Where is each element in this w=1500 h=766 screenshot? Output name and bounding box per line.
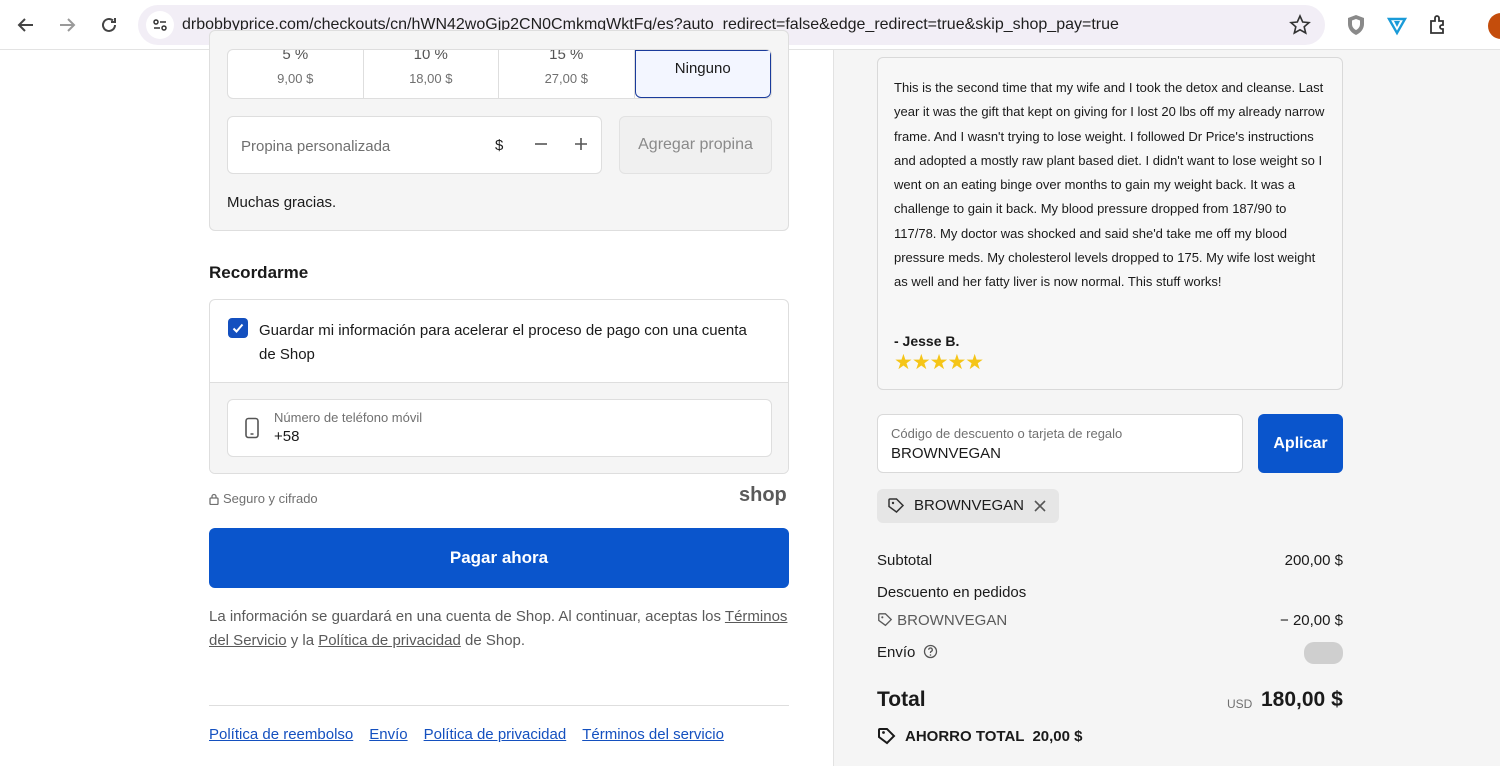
tip-option-none[interactable]: Ninguno	[634, 50, 771, 98]
currency-symbol: $	[495, 137, 504, 154]
vpn-extension-icon[interactable]	[1385, 13, 1409, 37]
shipping-loading-placeholder	[1304, 642, 1343, 664]
extensions-puzzle-icon[interactable]	[1427, 13, 1451, 37]
lock-icon	[209, 493, 219, 505]
phone-section: Número de teléfono móvil +58	[210, 382, 788, 473]
minus-icon[interactable]	[528, 131, 554, 157]
tip-percent: 5 %	[282, 49, 309, 63]
phone-input[interactable]: Número de teléfono móvil +58	[227, 399, 772, 457]
review-stars: ★★★★★	[894, 351, 984, 374]
tag-icon	[888, 498, 905, 513]
disclaimer-text: y la	[286, 632, 319, 649]
discount-code-input[interactable]: Código de descuento o tarjeta de regalo …	[877, 414, 1243, 473]
shop-logo: shop	[739, 484, 787, 506]
phone-value: +58	[274, 428, 300, 445]
order-discount-row: Descuento en pedidos	[877, 584, 1343, 601]
chip-code: BROWNVEGAN	[914, 497, 1025, 514]
custom-tip-placeholder: Propina personalizada	[241, 138, 391, 155]
footer-divider	[209, 705, 789, 706]
close-icon[interactable]	[1032, 498, 1048, 514]
disclaimer-text: de Shop.	[460, 632, 526, 649]
review-text: This is the second time that my wife and…	[894, 80, 1325, 290]
back-button[interactable]	[11, 10, 41, 40]
applied-discount-chip: BROWNVEGAN	[877, 489, 1059, 523]
save-info-label[interactable]: Guardar mi información para acelerar el …	[259, 319, 759, 367]
review-author: - Jesse B.	[894, 333, 960, 349]
footer-links: Política de reembolso Envío Política de …	[209, 726, 724, 743]
shop-privacy-link[interactable]: Política de privacidad	[318, 632, 461, 649]
discount-label: Código de descuento o tarjeta de regalo	[891, 426, 1123, 441]
shield-extension-icon[interactable]	[1344, 13, 1368, 37]
tip-option-10[interactable]: 10 % 18,00 $	[364, 49, 499, 98]
site-info-icon[interactable]	[146, 11, 174, 39]
tag-icon	[878, 728, 896, 745]
save-info-checkbox[interactable]	[228, 318, 248, 338]
apply-discount-button[interactable]: Aplicar	[1258, 414, 1343, 473]
custom-tip-input[interactable]: Propina personalizada $	[227, 116, 602, 174]
tip-amount: 9,00 $	[277, 71, 314, 86]
tip-option-15[interactable]: 15 % 27,00 $	[499, 50, 635, 98]
tip-section: 5 % 9,00 $ 10 % 18,00 $ 15 % 27,00 $ Nin…	[209, 30, 789, 231]
discount-code-row: BROWNVEGAN − 20,00 $	[877, 612, 1343, 629]
remember-section: Guardar mi información para acelerar el …	[209, 299, 789, 474]
tag-icon	[878, 613, 893, 627]
phone-label: Número de teléfono móvil	[274, 410, 423, 425]
discount-amount: − 20,00 $	[1280, 612, 1343, 629]
savings-value: 20,00 $	[1032, 727, 1083, 745]
terms-of-service-link[interactable]: Términos del servicio	[582, 726, 724, 743]
shipping-link[interactable]: Envío	[369, 726, 407, 743]
shipping-label: Envío	[877, 644, 916, 661]
bookmark-star-icon[interactable]	[1289, 14, 1311, 36]
total-savings: AHORRO TOTAL 20,00 $	[877, 726, 1082, 746]
discount-code-label: BROWNVEGAN	[897, 612, 1008, 629]
disclaimer-text: La información se guardará en una cuenta…	[209, 608, 725, 625]
tip-amount: 27,00 $	[544, 71, 588, 86]
reload-icon	[102, 17, 116, 32]
total-value: 180,00 $	[1261, 688, 1343, 711]
total-label: Total	[877, 688, 926, 711]
tip-percent: 15 %	[549, 49, 584, 63]
tip-option-5[interactable]: 5 % 9,00 $	[228, 50, 364, 98]
shipping-row: Envío	[877, 642, 1343, 664]
checkmark-icon	[232, 323, 244, 333]
forward-button[interactable]	[52, 10, 82, 40]
secure-notice: Seguro y cifrado	[209, 491, 318, 506]
add-tip-button[interactable]: Agregar propina	[619, 116, 772, 174]
discount-value: BROWNVEGAN	[891, 445, 1002, 462]
tip-none-label: Ninguno	[674, 60, 731, 77]
privacy-policy-link[interactable]: Política de privacidad	[424, 726, 567, 743]
secure-text: Seguro y cifrado	[223, 491, 318, 506]
savings-label: AHORRO TOTAL	[905, 727, 1025, 745]
help-circle-icon[interactable]	[923, 644, 938, 659]
pay-now-button[interactable]: Pagar ahora	[209, 528, 789, 588]
reload-button[interactable]	[94, 10, 124, 40]
forward-arrow-icon	[60, 18, 76, 32]
customer-review: This is the second time that my wife and…	[877, 57, 1343, 390]
tip-options: 5 % 9,00 $ 10 % 18,00 $ 15 % 27,00 $ Nin…	[227, 49, 772, 99]
subtotal-label: Subtotal	[877, 552, 933, 569]
plus-icon[interactable]	[568, 131, 594, 157]
profile-avatar[interactable]	[1488, 13, 1500, 39]
tip-percent: 10 %	[413, 49, 448, 63]
mobile-phone-icon	[245, 417, 259, 439]
tip-amount: 18,00 $	[409, 71, 453, 86]
subtotal-value: 200,00 $	[1284, 552, 1343, 569]
subtotal-row: Subtotal 200,00 $	[877, 552, 1343, 569]
back-arrow-icon	[17, 18, 33, 32]
refund-policy-link[interactable]: Política de reembolso	[209, 726, 353, 743]
total-currency: USD	[1227, 697, 1253, 711]
order-discount-label: Descuento en pedidos	[877, 584, 1027, 601]
shop-disclaimer: La información se guardará en una cuenta…	[209, 605, 789, 653]
tip-thanks-text: Muchas gracias.	[227, 194, 337, 211]
remember-heading: Recordarme	[209, 263, 309, 282]
